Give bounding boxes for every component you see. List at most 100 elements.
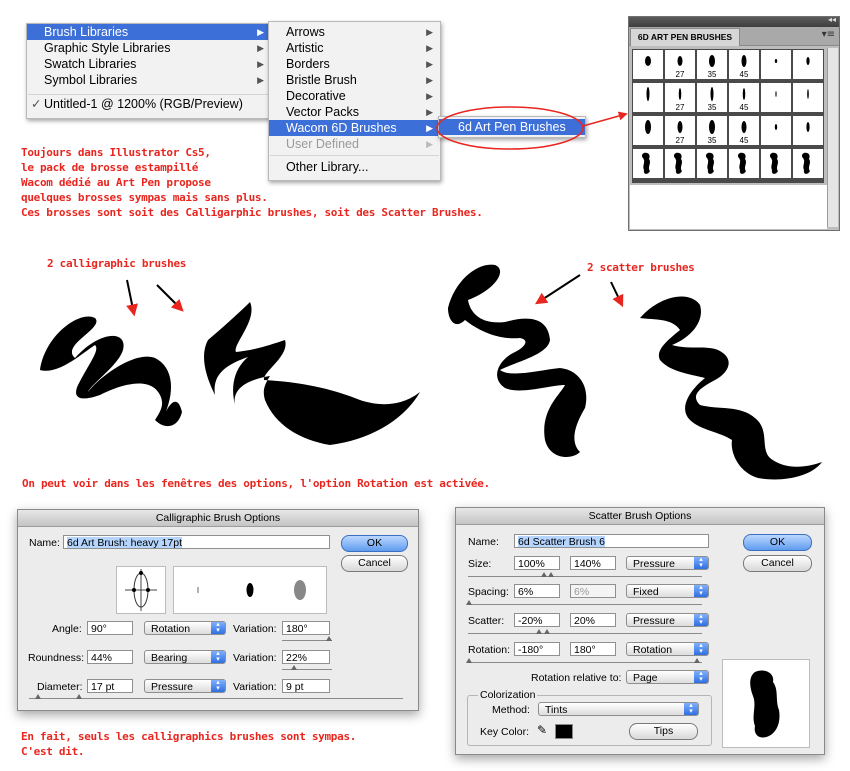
slider-thumb[interactable] (536, 629, 542, 634)
select-arrows-icon: ▴ ▾ (694, 670, 708, 683)
roundness-mode-select[interactable]: Bearing ▴ ▾ (144, 650, 226, 664)
angle-variation-field[interactable]: 180° (282, 621, 330, 635)
slider-thumb[interactable] (326, 636, 332, 641)
angle-variation-label: Variation: (233, 623, 277, 635)
slider-thumb[interactable] (466, 600, 472, 605)
size-min-value: 100% (518, 558, 545, 570)
slider-thumb[interactable] (35, 694, 41, 699)
name-value: 6d Art Brush: heavy 17pt (67, 537, 182, 549)
ok-button[interactable]: OK (743, 534, 812, 551)
brush-preview (173, 566, 327, 614)
roundness-variation-value: 22% (286, 652, 308, 664)
diameter-variation-field[interactable]: 9 pt (282, 679, 330, 693)
pointer-arrow (582, 111, 628, 127)
scatter-slider[interactable] (468, 633, 702, 634)
eyedropper-icon[interactable]: ✎ (537, 723, 547, 737)
rotation-max-field[interactable]: 180° (570, 642, 616, 656)
slider-thumb[interactable] (466, 658, 472, 663)
select-arrows-icon: ▴ ▾ (694, 584, 708, 597)
pointer-arrow (610, 281, 624, 308)
slider-thumb[interactable] (541, 572, 547, 577)
roundness-label: Roundness: (28, 652, 85, 664)
ok-button[interactable]: OK (341, 535, 408, 552)
rotation-label: Rotation: (468, 644, 511, 656)
rotation-max-value: 180° (574, 644, 596, 656)
diameter-label: Diameter: (37, 681, 83, 693)
size-max-field[interactable]: 140% (570, 556, 616, 570)
scatter-stroke-1 (448, 264, 587, 457)
slider-thumb[interactable] (291, 665, 297, 670)
size-mode-select[interactable]: Pressure ▴ ▾ (626, 556, 709, 570)
angle-mode-value: Rotation (151, 623, 191, 635)
scatter-max-field[interactable]: 20% (570, 613, 616, 627)
angle-roundness-icon (125, 569, 157, 611)
dialog-title: Scatter Brush Options (456, 508, 824, 525)
roundness-mode-value: Bearing (151, 652, 188, 664)
brush-tip-preview-icon (197, 580, 306, 600)
angle-variation-slider[interactable] (282, 640, 332, 641)
colorization-group: Colorization Method: Tints ▴ ▾ Key Color: … (467, 689, 712, 746)
tips-button[interactable]: Tips (629, 723, 698, 740)
roundness-variation-slider[interactable] (282, 669, 332, 670)
rotation-relative-value: Page (633, 672, 658, 684)
spacing-min-field[interactable]: 6% (514, 584, 560, 598)
scatter-mode-value: Pressure (633, 615, 676, 627)
name-field[interactable]: 6d Scatter Brush 6 (514, 534, 709, 548)
slider-thumb[interactable] (694, 658, 700, 663)
colorization-label: Colorization (478, 689, 538, 701)
scatter-min-field[interactable]: -20% (514, 613, 560, 627)
size-slider[interactable] (468, 576, 702, 577)
highlight-ellipse-menu (436, 106, 584, 150)
scatter-mode-select[interactable]: Pressure ▴ ▾ (626, 613, 709, 627)
diameter-slider[interactable] (29, 698, 403, 699)
select-arrows-icon: ▴ ▾ (694, 556, 708, 569)
select-arrows-icon: ▴ ▾ (694, 642, 708, 655)
scatter-stroke-2 (640, 296, 822, 480)
spacing-label: Spacing: (468, 586, 509, 598)
diameter-mode-select[interactable]: Pressure ▴ ▾ (144, 679, 226, 693)
slider-thumb[interactable] (76, 694, 82, 699)
cancel-button[interactable]: Cancel (341, 555, 408, 572)
rotation-relative-select[interactable]: Page ▴ ▾ (626, 670, 709, 684)
diameter-variation-label: Variation: (233, 681, 277, 693)
scatter-max-value: 20% (574, 615, 596, 627)
pointer-arrow (156, 284, 184, 312)
select-arrows-icon: ▴ ▾ (684, 702, 698, 715)
scatter-brush-preview-icon (750, 670, 780, 738)
angle-preview[interactable] (116, 566, 166, 614)
roundness-field[interactable]: 44% (87, 650, 133, 664)
name-field[interactable]: 6d Art Brush: heavy 17pt (63, 535, 330, 549)
angle-value: 90° (91, 623, 107, 635)
scatter-label: Scatter: (468, 615, 505, 627)
diameter-field[interactable]: 17 pt (87, 679, 133, 693)
angle-field[interactable]: 90° (87, 621, 133, 635)
calligraphic-stroke-1 (40, 316, 182, 427)
slider-thumb[interactable] (544, 629, 550, 634)
rotation-min-value: -180° (518, 644, 544, 656)
diameter-variation-value: 9 pt (286, 681, 304, 693)
angle-mode-select[interactable]: Rotation ▴ ▾ (144, 621, 226, 635)
spacing-slider[interactable] (468, 604, 702, 605)
slider-thumb[interactable] (548, 572, 554, 577)
method-select[interactable]: Tints ▴ ▾ (538, 702, 699, 716)
roundness-variation-label: Variation: (233, 652, 277, 664)
size-min-field[interactable]: 100% (514, 556, 560, 570)
cancel-button[interactable]: Cancel (743, 555, 812, 572)
diameter-value: 17 pt (91, 681, 115, 693)
select-arrows-icon: ▴ ▾ (211, 679, 225, 692)
rotation-mode-select[interactable]: Rotation ▴ ▾ (626, 642, 709, 656)
spacing-mode-value: Fixed (633, 586, 659, 598)
calligraphic-stroke-2 (204, 302, 420, 445)
key-color-swatch[interactable] (555, 724, 573, 739)
name-label: Name: (29, 537, 60, 549)
spacing-max-field: 6% (570, 584, 616, 598)
spacing-min-value: 6% (518, 586, 534, 598)
rotation-min-field[interactable]: -180° (514, 642, 560, 656)
spacing-mode-select[interactable]: Fixed ▴ ▾ (626, 584, 709, 598)
select-arrows-icon: ▴ ▾ (694, 613, 708, 626)
rotation-slider[interactable] (468, 662, 702, 663)
method-label: Method: (492, 704, 530, 716)
roundness-variation-field[interactable]: 22% (282, 650, 330, 664)
spacing-max-value: 6% (574, 586, 590, 598)
pointer-arrow (534, 274, 581, 305)
